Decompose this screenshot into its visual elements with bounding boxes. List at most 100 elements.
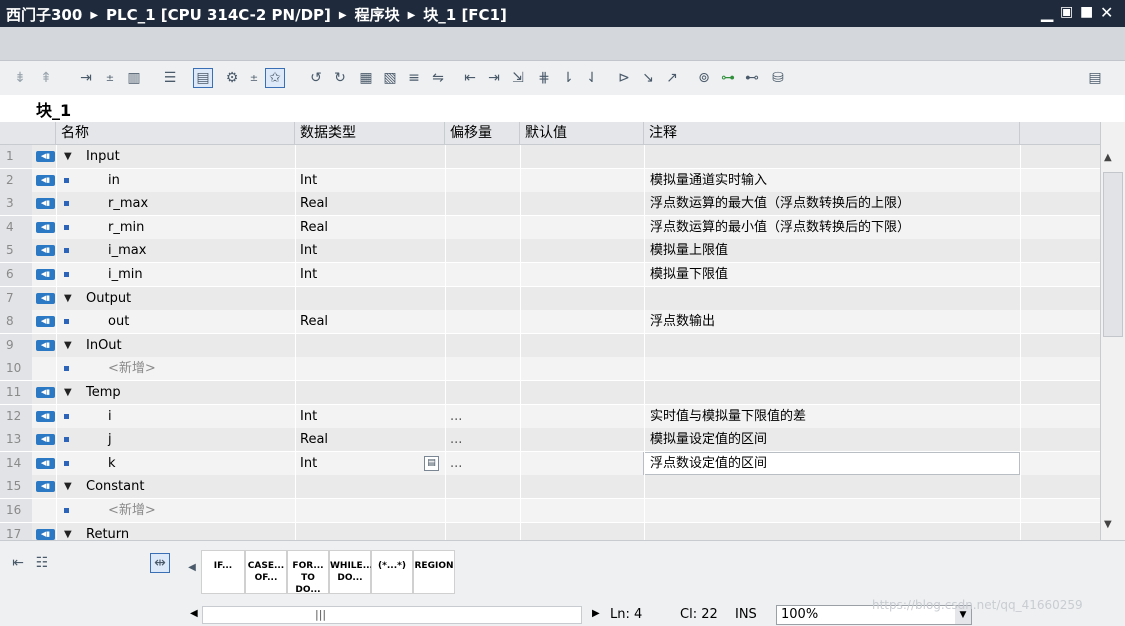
- table-row[interactable]: 13 ◀▮ j Real... 模拟量设定值的区间: [0, 428, 1100, 453]
- table-row[interactable]: 14 ◀▮ k Int... 浮点数设定值的区间 ▤: [0, 451, 1100, 476]
- unwrap-icon[interactable]: ⇃: [582, 68, 602, 88]
- collapse-triangle-icon[interactable]: ▼: [64, 381, 72, 404]
- table-row[interactable]: 8 ◀▮ out Real 浮点数输出: [0, 310, 1100, 335]
- keyword-if[interactable]: IF...: [201, 550, 245, 594]
- network-icon[interactable]: ▥: [124, 68, 144, 88]
- table-row[interactable]: 16 <新增>: [0, 499, 1100, 523]
- minimize-icon[interactable]: ▁: [1041, 3, 1053, 22]
- variable-name[interactable]: j: [108, 428, 112, 451]
- section-name[interactable]: Constant: [86, 475, 144, 498]
- table-row[interactable]: 4 ◀▮ r_min Real 浮点数运算的最小值（浮点数转换后的下限）: [0, 215, 1100, 240]
- variable-comment[interactable]: 模拟量通道实时输入: [650, 169, 767, 192]
- database-icon[interactable]: ⛁: [768, 68, 788, 88]
- vertical-scrollbar[interactable]: ▲ ▼: [1100, 122, 1125, 540]
- variable-datatype[interactable]: Real: [300, 216, 328, 239]
- interface-view-icon[interactable]: ▤: [193, 68, 213, 88]
- horizontal-scrollbar[interactable]: |||: [202, 606, 582, 624]
- variable-name[interactable]: i_max: [108, 239, 146, 262]
- section-name[interactable]: Temp: [86, 381, 121, 404]
- section-name[interactable]: Input: [86, 145, 120, 168]
- keyword-comment[interactable]: (*...*): [371, 550, 413, 594]
- indent-left-icon[interactable]: ⇤: [460, 68, 480, 88]
- scroll-thumb[interactable]: [1103, 172, 1123, 337]
- header-offset[interactable]: 偏移量: [445, 122, 520, 145]
- scroll-down-icon[interactable]: ▼: [1104, 519, 1112, 530]
- breadcrumb-plc[interactable]: PLC_1 [CPU 314C-2 PN/DP]: [106, 6, 331, 24]
- collapse-triangle-icon[interactable]: ▼: [64, 334, 72, 357]
- table-row[interactable]: 17 ◀▮ ▼ Return: [0, 522, 1100, 540]
- table-row[interactable]: 9 ◀▮ ▼ InOut: [0, 333, 1100, 358]
- table-row[interactable]: 11 ◀▮ ▼ Temp: [0, 381, 1100, 405]
- keyword-region[interactable]: REGION: [413, 550, 455, 594]
- close-icon[interactable]: ✕: [1100, 3, 1113, 22]
- details-panel-icon[interactable]: ▤: [1085, 68, 1105, 88]
- add-row-icon[interactable]: ⇞: [36, 68, 56, 88]
- comment-lines-icon[interactable]: ≡: [404, 68, 424, 88]
- variable-name[interactable]: in: [108, 169, 120, 192]
- header-default[interactable]: 默认值: [520, 122, 644, 145]
- expand-all-icon[interactable]: ⇥: [76, 68, 96, 88]
- variable-datatype[interactable]: Int: [300, 452, 317, 475]
- table-row[interactable]: 3 ◀▮ r_max Real 浮点数运算的最大值（浮点数转换后的上限）: [0, 192, 1100, 217]
- collapse-triangle-icon[interactable]: ▼: [64, 145, 72, 168]
- monitor-on-icon[interactable]: ⊶: [718, 68, 738, 88]
- variable-name[interactable]: k: [108, 452, 116, 475]
- variable-name[interactable]: r_max: [108, 192, 148, 215]
- split-view-icon[interactable]: ⇹: [150, 553, 170, 573]
- favorites-icon[interactable]: ✩: [265, 68, 285, 88]
- instance-icon[interactable]: ▧: [380, 68, 400, 88]
- column-icon[interactable]: ⋕: [534, 68, 554, 88]
- keyword-while[interactable]: WHILE... DO...: [329, 550, 373, 594]
- breadcrumb-block[interactable]: 块_1 [FC1]: [423, 6, 507, 24]
- variable-name[interactable]: r_min: [108, 216, 144, 239]
- add-new-placeholder[interactable]: <新增>: [108, 357, 156, 380]
- variable-datatype[interactable]: Int: [300, 405, 317, 428]
- expand-toggle-icon[interactable]: ±: [100, 68, 120, 88]
- list-icon[interactable]: ☰: [160, 68, 180, 88]
- variable-comment[interactable]: 实时值与模拟量下限值的差: [650, 405, 806, 428]
- variable-comment[interactable]: 浮点数输出: [650, 310, 715, 333]
- variable-name[interactable]: out: [108, 310, 129, 333]
- collapse-triangle-icon[interactable]: ▼: [64, 523, 72, 540]
- keyword-case[interactable]: CASE... OF...: [245, 550, 287, 594]
- scroll-up-icon[interactable]: ▲: [1104, 152, 1112, 163]
- table-row[interactable]: 7 ◀▮ ▼ Output: [0, 286, 1100, 311]
- bullet-list-icon[interactable]: ☷: [32, 553, 52, 573]
- variable-comment[interactable]: 浮点数运算的最大值（浮点数转换后的上限）: [650, 192, 910, 215]
- collapse-toggle-icon[interactable]: ±: [244, 68, 264, 88]
- step-out-icon[interactable]: ↗: [662, 68, 682, 88]
- scroll-left-icon[interactable]: ◀: [186, 557, 198, 577]
- breakpoint-icon[interactable]: ⊳: [614, 68, 634, 88]
- variable-comment[interactable]: 模拟量上限值: [650, 239, 728, 262]
- header-comment[interactable]: 注释: [644, 122, 1020, 145]
- variable-datatype[interactable]: Real: [300, 310, 328, 333]
- table-row[interactable]: 2 ◀▮ in Int 模拟量通道实时输入: [0, 168, 1100, 193]
- section-name[interactable]: Return: [86, 523, 129, 540]
- table-row[interactable]: 5 ◀▮ i_max Int 模拟量上限值: [0, 239, 1100, 264]
- table-row[interactable]: 12 ◀▮ i Int... 实时值与模拟量下限值的差: [0, 404, 1100, 429]
- restore-icon[interactable]: ▣: [1060, 4, 1073, 20]
- collapse-triangle-icon[interactable]: ▼: [64, 287, 72, 310]
- breadcrumb-program-blocks[interactable]: 程序块: [355, 6, 400, 24]
- compare-icon[interactable]: ⇋: [428, 68, 448, 88]
- add-new-placeholder[interactable]: <新增>: [108, 499, 156, 522]
- header-name[interactable]: 名称: [56, 122, 295, 145]
- variable-datatype[interactable]: Real: [300, 428, 328, 451]
- call-icon[interactable]: ↻: [330, 68, 350, 88]
- variable-comment[interactable]: 模拟量设定值的区间: [650, 428, 767, 451]
- monitor-off-icon[interactable]: ⊷: [742, 68, 762, 88]
- status-scroll-left-icon[interactable]: ◀: [190, 608, 198, 619]
- monitor-icon[interactable]: ⚙: [222, 68, 242, 88]
- variable-datatype[interactable]: Int: [300, 263, 317, 286]
- datatype-picker-icon[interactable]: ▤: [424, 455, 439, 471]
- outdent-icon[interactable]: ⇤: [8, 553, 28, 573]
- section-name[interactable]: InOut: [86, 334, 122, 357]
- indent-right-icon[interactable]: ⇥: [484, 68, 504, 88]
- variable-datatype[interactable]: Int: [300, 239, 317, 262]
- insert-row-icon[interactable]: ⇟: [10, 68, 30, 88]
- section-name[interactable]: Output: [86, 287, 131, 310]
- variable-comment[interactable]: 模拟量下限值: [650, 263, 728, 286]
- table-row[interactable]: 10 <新增>: [0, 357, 1100, 382]
- keyword-for[interactable]: FOR... TO DO...: [287, 550, 329, 595]
- variable-comment[interactable]: 浮点数设定值的区间: [650, 452, 767, 475]
